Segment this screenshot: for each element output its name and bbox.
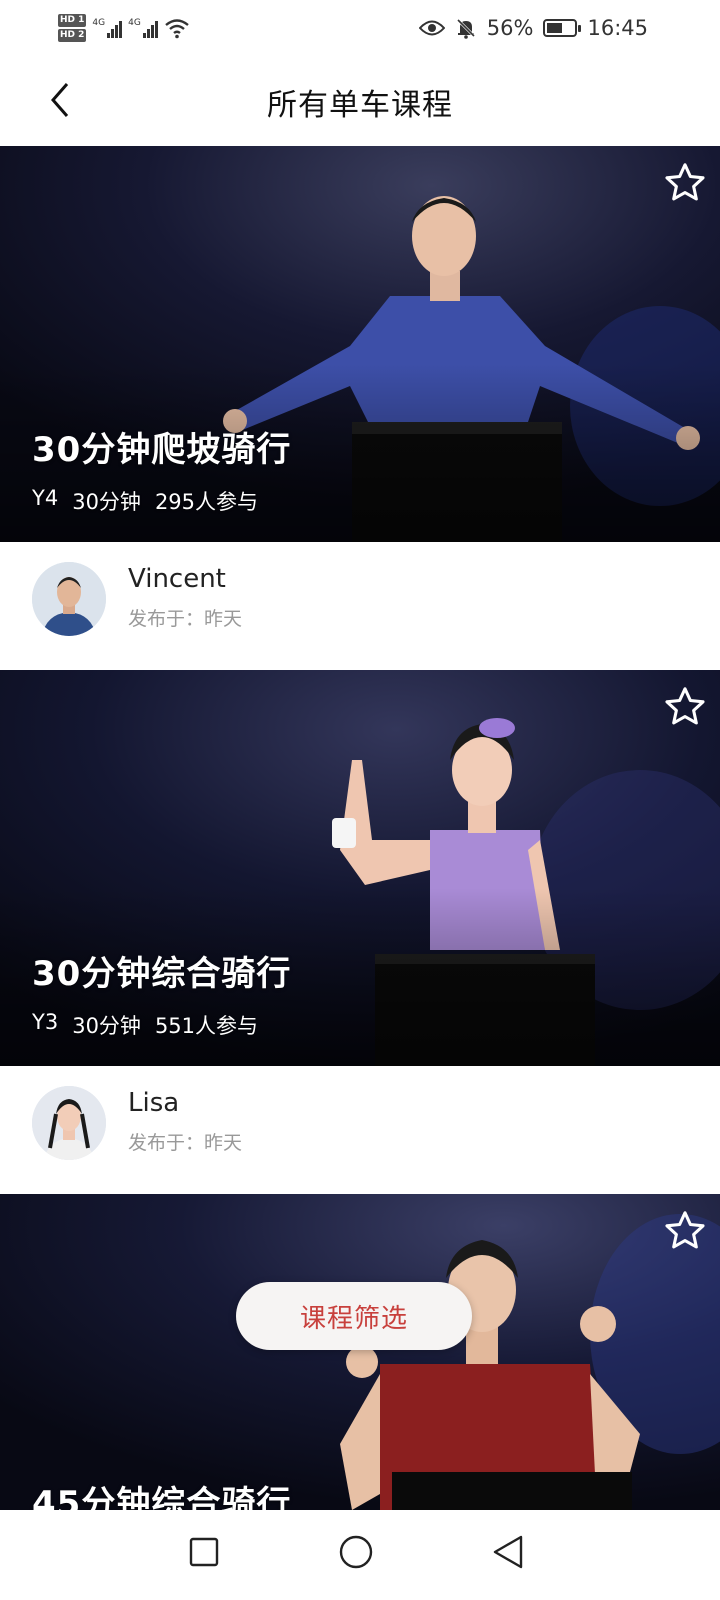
system-navigation-bar [0,1510,720,1600]
hd2-badge: HD 2 [58,29,87,42]
star-icon [665,1211,705,1249]
coach-row[interactable]: Vincent 发布于：昨天 [0,542,720,670]
recents-button[interactable] [182,1530,226,1574]
course-photo [0,670,720,1066]
battery-icon [543,19,582,37]
home-button[interactable] [334,1530,378,1574]
coach-row[interactable]: Lisa 发布于：昨天 [0,1066,720,1194]
course-card-image[interactable]: 45分钟综合骑行 [0,1194,720,1510]
hd-indicators: HD 1 HD 2 [58,14,87,42]
eye-icon [418,20,445,36]
course-meta: Y3 30分钟 551人参与 [32,1010,258,1040]
favorite-button[interactable] [662,160,708,206]
status-left: HD 1 HD 2 4G 4G [58,8,190,48]
battery-percent: 56% [486,16,534,40]
status-bar: HD 1 HD 2 4G 4G 56% 16:45 [0,0,720,56]
course-title: 45分钟综合骑行 [32,1484,292,1510]
publish-date: 发布于：昨天 [128,1132,243,1154]
course-duration: 30分钟 [72,490,141,514]
course-card-image[interactable]: 30分钟综合骑行 Y3 30分钟 551人参与 [0,670,720,1066]
course-filter-button[interactable]: 课程筛选 [236,1282,472,1350]
avatar[interactable] [32,562,106,636]
publish-date: 发布于：昨天 [128,608,243,630]
network-type-2: 4G [128,18,141,28]
course-duration: 30分钟 [72,1014,141,1038]
star-icon [665,687,705,725]
coach-name: Vincent [128,564,226,594]
course-level: Y3 [32,1010,59,1034]
course-photo [0,146,720,542]
avatar[interactable] [32,1086,106,1160]
coach-avatar-image [32,562,106,636]
course-photo [0,1194,720,1510]
page-title: 所有单车课程 [267,88,453,123]
course-participants: 295人参与 [154,490,259,514]
top-app-bar: 所有单车课程 [0,56,720,146]
hd1-badge: HD 1 [58,14,87,27]
status-right: 56% 16:45 [418,12,648,44]
course-title: 30分钟综合骑行 [32,954,292,994]
signal-icon-sim2: 4G [128,18,158,38]
triangle-back-icon [493,1535,523,1569]
favorite-button[interactable] [662,1208,708,1254]
course-participants: 551人参与 [154,1014,259,1038]
course-card-image[interactable]: 30分钟爬坡骑行 Y4 30分钟 295人参与 [0,146,720,542]
back-nav-button[interactable] [486,1530,530,1574]
wifi-icon [165,19,189,39]
star-icon [665,163,705,201]
course-title: 30分钟爬坡骑行 [32,430,292,470]
coach-name: Lisa [128,1088,180,1118]
clock: 16:45 [587,16,648,40]
coach-avatar-image [32,1086,106,1160]
muted-bell-icon [456,18,475,39]
square-icon [189,1537,219,1567]
circle-icon [339,1535,373,1569]
course-meta: Y4 30分钟 295人参与 [32,486,258,516]
course-level: Y4 [32,486,59,510]
favorite-button[interactable] [662,684,708,730]
signal-icon-sim1: 4G [92,18,123,38]
network-type-1: 4G [92,18,106,28]
